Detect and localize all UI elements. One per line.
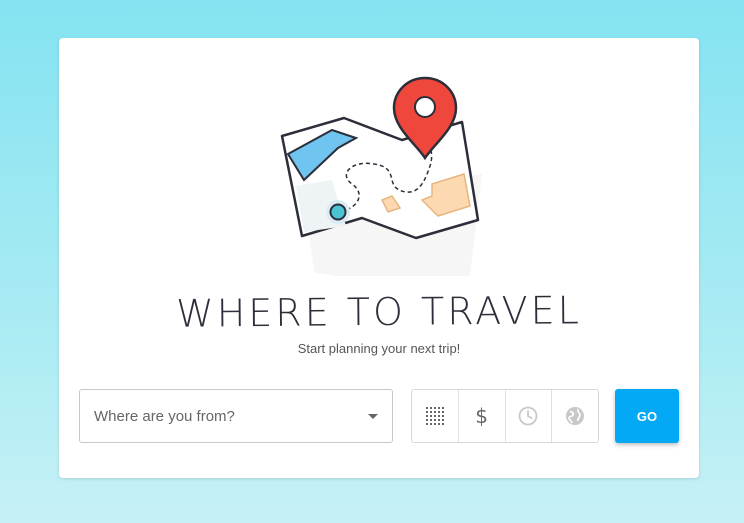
go-button[interactable]: GO — [615, 389, 679, 443]
grid-icon — [425, 407, 444, 425]
filter-grid-button[interactable] — [412, 390, 459, 442]
filter-toolbar: $ — [411, 389, 599, 443]
filter-region-button[interactable] — [552, 390, 598, 442]
map-illustration — [280, 76, 482, 276]
filter-price-button[interactable]: $ — [459, 390, 506, 442]
origin-select-value: Where are you from? — [94, 407, 235, 425]
clock-icon — [518, 406, 538, 426]
dollar-icon: $ — [475, 404, 488, 428]
filter-time-button[interactable] — [506, 390, 553, 442]
chevron-down-icon — [368, 413, 378, 419]
page-title: WHERE TO TRAVEL — [175, 288, 583, 336]
main-card: WHERE TO TRAVEL Start planning your next… — [59, 38, 699, 478]
globe-icon — [566, 407, 585, 425]
origin-select[interactable]: Where are you from? — [79, 389, 393, 443]
page-subtitle: Start planning your next trip! — [297, 341, 461, 356]
